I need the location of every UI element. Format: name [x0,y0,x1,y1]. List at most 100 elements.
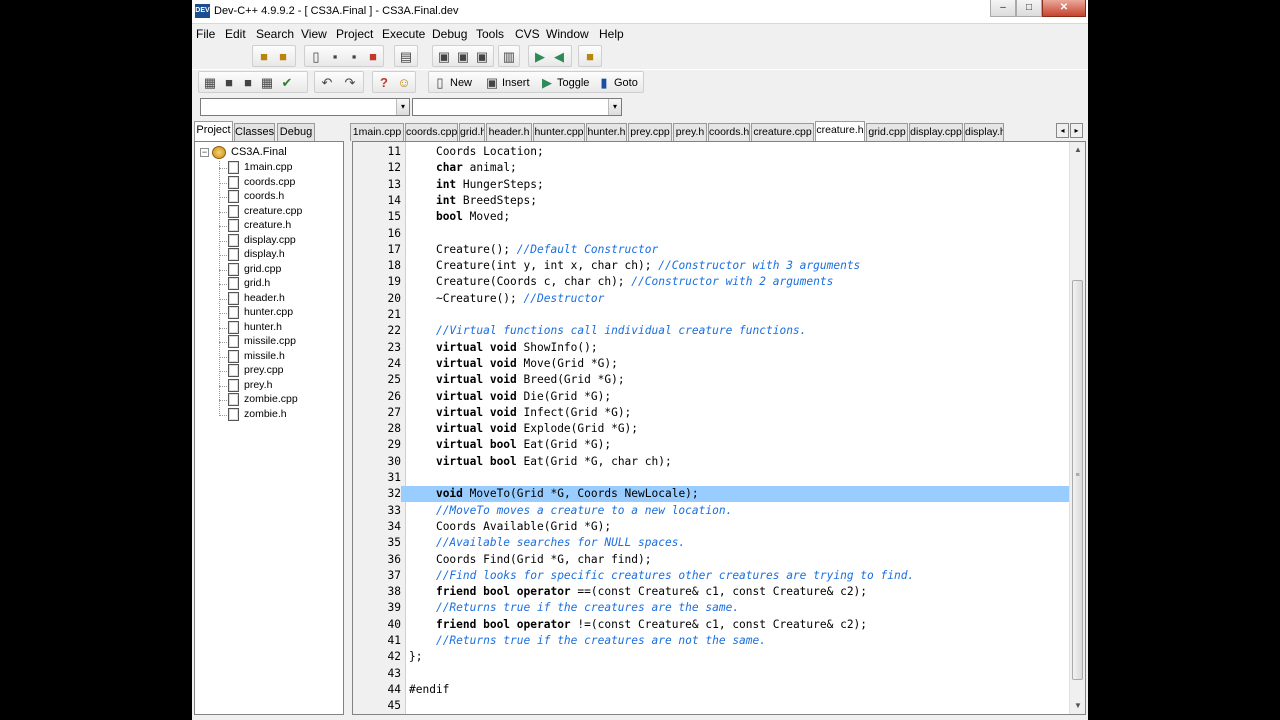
maximize-button[interactable]: □ [1016,0,1042,17]
code-line[interactable]: 25 virtual void Breed(Grid *G); [353,372,1069,388]
insert-button[interactable]: Insert [502,77,530,89]
project-file-item[interactable]: zombie.cpp [219,393,339,407]
code-line[interactable]: 42}; [353,649,1069,665]
project-file-item[interactable]: hunter.cpp [219,306,339,320]
scroll-up-icon[interactable]: ▲ [1070,142,1085,158]
code-line[interactable]: 38 friend bool operator ==(const Creatur… [353,584,1069,600]
project-file-item[interactable]: creature.cpp [219,204,339,219]
project-file-item[interactable]: grid.h [219,277,339,291]
run-icon[interactable]: ■ [221,75,237,91]
code-line[interactable]: 28 virtual void Explode(Grid *G); [353,421,1069,437]
code-line[interactable]: 13 int HungerSteps; [353,177,1069,193]
editor-tab[interactable]: creature.h [815,121,865,141]
menu-search[interactable]: Search [256,27,294,41]
project-file-item[interactable]: display.cpp [219,233,339,248]
project-file-item[interactable]: prey.cpp [219,364,339,378]
remove-from-project-icon[interactable]: ◀ [551,49,567,65]
menu-window[interactable]: Window [546,27,589,41]
vertical-scrollbar[interactable]: ▲ ≡ ▼ [1069,142,1085,714]
close-button[interactable]: ✕ [1042,0,1086,17]
menu-execute[interactable]: Execute [382,27,425,41]
editor-tab[interactable]: prey.h [673,123,707,141]
code-line[interactable]: 15 bool Moved; [353,209,1069,225]
menu-project[interactable]: Project [336,27,373,41]
code-editor[interactable]: 11 Coords Location; 12 char animal; 13 int… [352,141,1086,715]
code-line[interactable]: 41 //Returns true if the creatures are n… [353,633,1069,649]
code-line[interactable]: 30 virtual bool Eat(Grid *G, char ch); [353,454,1069,470]
new-button[interactable]: New [450,77,472,89]
code-line[interactable]: 14 int BreedSteps; [353,193,1069,209]
code-line[interactable]: 40 friend bool operator !=(const Creatur… [353,617,1069,633]
project-file-item[interactable]: missile.h [219,349,339,364]
menu-view[interactable]: View [301,27,327,41]
open-file-icon[interactable]: ▪ [327,49,343,65]
goto-icon[interactable]: ▮ [596,75,612,91]
menu-tools[interactable]: Tools [476,27,504,41]
print-icon[interactable]: ▤ [398,49,414,65]
code-line[interactable]: 35 //Available searches for NULL spaces. [353,535,1069,551]
compile-run-icon[interactable]: ■ [240,75,256,91]
menu-edit[interactable]: Edit [225,27,246,41]
editor-tab[interactable]: grid.h [459,123,485,141]
chevron-down-icon[interactable]: ▾ [396,99,409,115]
code-line[interactable]: 11 Coords Location; [353,144,1069,160]
code-line[interactable]: 12 char animal; [353,160,1069,176]
editor-tab[interactable]: header.h [486,123,532,141]
class-combo[interactable]: ▾ [200,98,410,116]
add-to-project-icon[interactable]: ▶ [532,49,548,65]
toggle-icon[interactable]: ▶ [539,75,555,91]
project-file-item[interactable]: coords.h [219,190,339,204]
code-line[interactable]: 31 [353,470,1069,486]
menu-file[interactable]: File [196,27,215,41]
compile-icon[interactable]: ▦ [202,75,218,91]
code-line[interactable]: 23 virtual void ShowInfo(); [353,340,1069,356]
editor-tab[interactable]: display.cpp [909,123,963,141]
tab-classes[interactable]: Classes [234,123,275,141]
code-line[interactable]: 19 Creature(Coords c, char ch); //Constr… [353,274,1069,290]
code-line[interactable]: 17 Creature(); //Default Constructor [353,242,1069,258]
code-line[interactable]: 24 virtual void Move(Grid *G); [353,356,1069,372]
project-file-item[interactable]: creature.h [219,219,339,233]
project-file-item[interactable]: grid.cpp [219,262,339,277]
code-line[interactable]: 43 [353,666,1069,682]
code-line[interactable]: 33 //MoveTo moves a creature to a new lo… [353,503,1069,519]
code-line[interactable]: 20 ~Creature(); //Destructor [353,291,1069,307]
editor-tab[interactable]: creature.cpp [751,123,814,141]
project-file-item[interactable]: hunter.h [219,320,339,335]
code-line[interactable]: 39 //Returns true if the creatures are t… [353,600,1069,616]
editor-tab[interactable]: 1main.cpp [350,123,404,141]
member-combo[interactable]: ▾ [412,98,622,116]
new-bookmark-icon[interactable]: ▯ [432,75,448,91]
close-file-icon[interactable]: ■ [365,49,381,65]
project-options-icon[interactable]: ■ [582,49,598,65]
code-line[interactable]: 37 //Find looks for specific creatures o… [353,568,1069,584]
goto-line-icon[interactable]: ▥ [501,49,517,65]
tab-scroll-right-icon[interactable]: ▸ [1070,123,1083,138]
code-line[interactable]: 36 Coords Find(Grid *G, char find); [353,552,1069,568]
project-file-item[interactable]: coords.cpp [219,175,339,190]
find-icon[interactable]: ▣ [436,49,452,65]
code-line[interactable]: 34 Coords Available(Grid *G); [353,519,1069,535]
new-file-icon[interactable]: ▯ [308,49,324,65]
editor-tab[interactable]: hunter.h [586,123,627,141]
code-line[interactable]: 21 [353,307,1069,323]
about-icon[interactable]: ☺ [396,75,412,91]
editor-tab[interactable]: hunter.cpp [533,123,585,141]
check-icon[interactable]: ✔ [279,75,295,91]
editor-tab[interactable]: coords.cpp [405,123,458,141]
project-file-item[interactable]: display.h [219,248,339,262]
redo-icon[interactable]: ↷ [342,75,358,91]
code-line[interactable]: 26 virtual void Die(Grid *G); [353,389,1069,405]
replace-icon[interactable]: ▣ [455,49,471,65]
menu-help[interactable]: Help [599,27,624,41]
project-file-item[interactable]: header.h [219,291,339,306]
tab-scroll-left-icon[interactable]: ◂ [1056,123,1069,138]
editor-tab[interactable]: display.h [964,123,1004,141]
code-line[interactable]: 18 Creature(int y, int x, char ch); //Co… [353,258,1069,274]
tab-debug[interactable]: Debug [277,123,315,141]
project-file-item[interactable]: missile.cpp [219,335,339,349]
menu-debug[interactable]: Debug [432,27,467,41]
insert-icon[interactable]: ▣ [484,75,500,91]
minimize-button[interactable]: – [990,0,1016,17]
code-line[interactable]: 27 virtual void Infect(Grid *G); [353,405,1069,421]
